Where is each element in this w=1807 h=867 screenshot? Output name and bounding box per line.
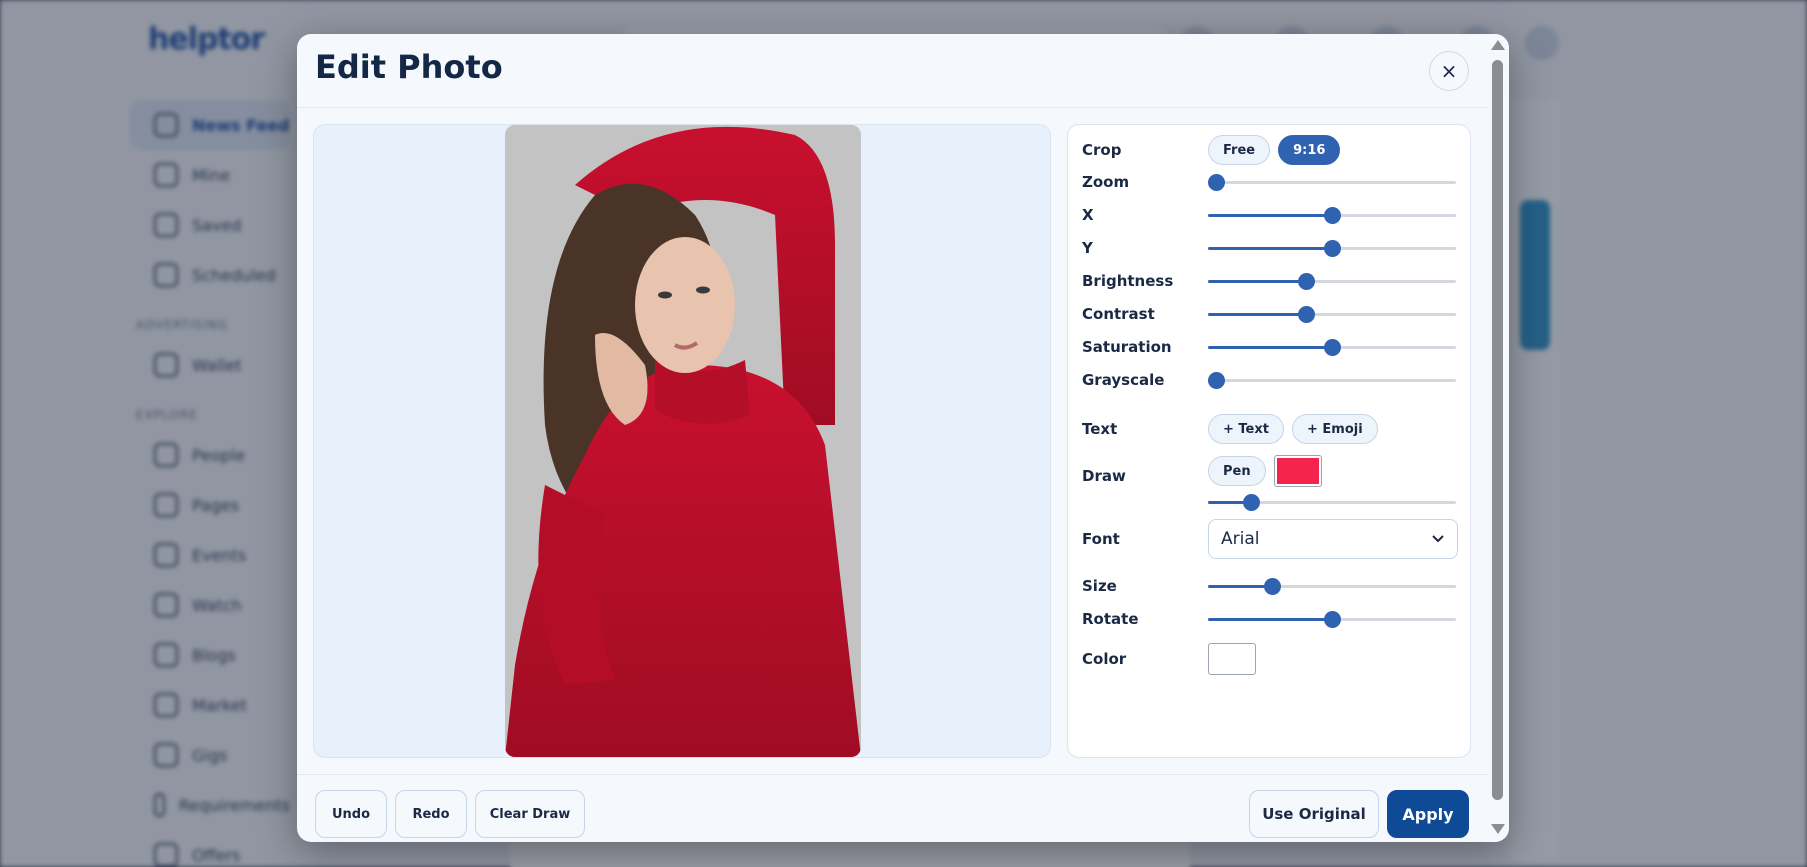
size-slider[interactable]: [1208, 577, 1456, 595]
photo-preview: [313, 124, 1051, 758]
x-slider-thumb[interactable]: [1324, 207, 1341, 224]
brightness-row: Brightness: [1082, 272, 1462, 290]
text-row: Text + Text + Emoji: [1082, 414, 1462, 444]
contrast-label: Contrast: [1082, 305, 1155, 323]
font-select[interactable]: Arial: [1208, 519, 1458, 559]
zoom-row: Zoom: [1082, 173, 1462, 191]
close-icon: ×: [1440, 59, 1458, 83]
add-emoji-button[interactable]: + Emoji: [1291, 414, 1378, 444]
modal-header: Edit Photo ×: [297, 34, 1509, 108]
crop-9-16-button[interactable]: 9:16: [1278, 135, 1341, 165]
text-label: Text: [1082, 420, 1118, 438]
zoom-label: Zoom: [1082, 173, 1130, 191]
pen-width-slider[interactable]: [1208, 493, 1456, 511]
y-row: Y: [1082, 239, 1462, 257]
edit-controls-panel: Crop Free 9:16 Zoom X Y Brightness Contr…: [1067, 124, 1471, 758]
modal-footer: Undo Redo Clear Draw Use Original Apply: [297, 774, 1509, 842]
photo-portrait-illustration: [505, 125, 861, 757]
saturation-slider[interactable]: [1208, 338, 1456, 356]
rotate-label: Rotate: [1082, 610, 1139, 628]
rotate-slider-thumb[interactable]: [1324, 611, 1341, 628]
brightness-slider-thumb[interactable]: [1298, 273, 1316, 290]
chevron-down-icon: [1432, 535, 1444, 543]
crop-free-button[interactable]: Free: [1208, 135, 1271, 165]
zoom-slider-thumb[interactable]: [1208, 174, 1225, 191]
crop-row: Crop Free 9:16: [1082, 135, 1462, 165]
apply-button[interactable]: Apply: [1387, 790, 1469, 838]
saturation-row: Saturation: [1082, 338, 1462, 356]
redo-button[interactable]: Redo: [395, 790, 467, 838]
text-color-picker[interactable]: [1208, 643, 1256, 675]
font-select-value: Arial: [1221, 529, 1260, 549]
size-slider-thumb[interactable]: [1263, 578, 1281, 595]
contrast-row: Contrast: [1082, 305, 1462, 323]
contrast-slider[interactable]: [1208, 305, 1456, 323]
scrollbar-thumb[interactable]: [1492, 60, 1503, 800]
size-row: Size: [1082, 577, 1462, 595]
modal-title: Edit Photo: [315, 48, 503, 86]
undo-button[interactable]: Undo: [315, 790, 387, 838]
x-label: X: [1082, 206, 1094, 224]
draw-label: Draw: [1082, 467, 1126, 485]
add-text-button[interactable]: + Text: [1208, 414, 1284, 444]
photo-image[interactable]: [505, 125, 861, 757]
brightness-slider[interactable]: [1208, 272, 1456, 290]
crop-label: Crop: [1082, 141, 1122, 159]
y-slider-thumb[interactable]: [1324, 240, 1341, 257]
color-label: Color: [1082, 650, 1127, 668]
grayscale-slider-thumb[interactable]: [1208, 372, 1225, 389]
draw-row: Draw Pen: [1082, 455, 1462, 511]
draw-controls: Pen: [1208, 455, 1456, 511]
x-row: X: [1082, 206, 1462, 224]
clear-draw-button[interactable]: Clear Draw: [475, 790, 585, 838]
pen-button[interactable]: Pen: [1208, 456, 1266, 486]
draw-color-picker[interactable]: [1273, 455, 1322, 487]
rotate-row: Rotate: [1082, 610, 1462, 628]
font-row: Font Arial: [1082, 519, 1462, 559]
pen-width-slider-thumb[interactable]: [1242, 494, 1260, 511]
rotate-slider[interactable]: [1208, 610, 1456, 628]
modal-scrollbar[interactable]: [1487, 34, 1509, 842]
grayscale-row: Grayscale: [1082, 371, 1462, 389]
edit-photo-modal: Edit Photo × Crop Free 9:16 Zoom X Y Bri…: [297, 34, 1509, 842]
use-original-button[interactable]: Use Original: [1249, 790, 1379, 838]
size-label: Size: [1082, 577, 1117, 595]
grayscale-label: Grayscale: [1082, 371, 1165, 389]
saturation-label: Saturation: [1082, 338, 1172, 356]
y-label: Y: [1082, 239, 1093, 257]
saturation-slider-thumb[interactable]: [1324, 339, 1341, 356]
font-label: Font: [1082, 530, 1120, 548]
zoom-slider[interactable]: [1208, 173, 1456, 191]
contrast-slider-thumb[interactable]: [1298, 306, 1316, 323]
close-button[interactable]: ×: [1429, 51, 1469, 91]
scroll-down-icon[interactable]: [1491, 824, 1505, 834]
brightness-label: Brightness: [1082, 272, 1174, 290]
color-row: Color: [1082, 643, 1462, 675]
scroll-up-icon[interactable]: [1491, 40, 1505, 50]
grayscale-slider[interactable]: [1208, 371, 1456, 389]
x-slider[interactable]: [1208, 206, 1456, 224]
y-slider[interactable]: [1208, 239, 1456, 257]
